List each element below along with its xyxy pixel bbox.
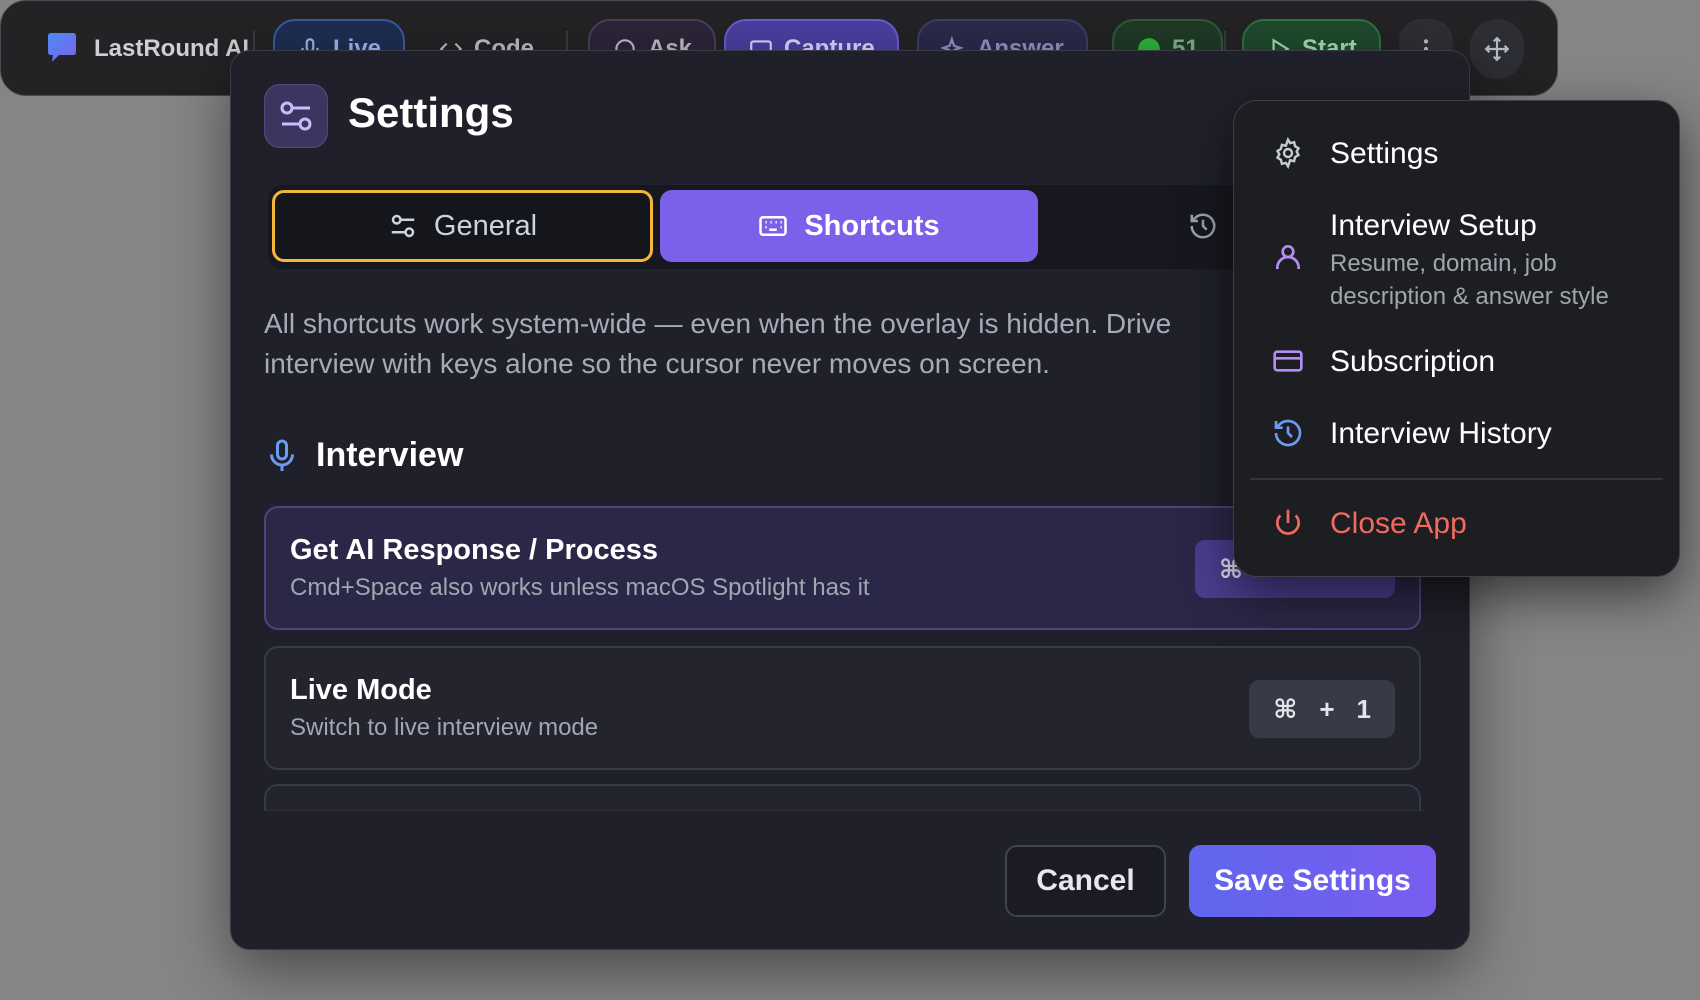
tab-general-label: General	[433, 209, 538, 242]
shortcut-title: Live Mode	[290, 674, 432, 706]
section-title: Interview	[316, 436, 464, 474]
menu-item-subscription[interactable]: Subscription	[1272, 345, 1495, 379]
shortcut-description: Cmd+Space also works unless macOS Spotli…	[290, 574, 870, 601]
menu-item-label: Subscription	[1330, 345, 1496, 378]
tab-general[interactable]: General	[272, 190, 653, 262]
shortcut-key: 1	[1356, 693, 1371, 724]
user-icon	[1276, 245, 1300, 269]
tab-shortcuts-label: Shortcuts	[804, 209, 940, 242]
move-icon	[1484, 36, 1510, 62]
menu-item-label: Interview History	[1330, 417, 1552, 450]
cancel-button[interactable]: Cancel	[1005, 845, 1166, 917]
menu-item-label: Close App	[1330, 507, 1467, 540]
settings-dialog-icon-badge	[264, 84, 328, 148]
menu-item-label: Interview Setup	[1330, 209, 1537, 242]
shortcut-description: Switch to live interview mode	[290, 714, 599, 741]
menu-item-sublabel-line: Resume, domain, job	[1330, 250, 1557, 277]
tab-shortcuts[interactable]: Shortcuts	[660, 190, 1038, 262]
history-icon	[1190, 213, 1216, 239]
options-menu: Settings Interview Setup Resume, domain,…	[1233, 100, 1680, 577]
move-handle[interactable]	[1470, 19, 1524, 79]
shortcut-keys[interactable]: ⌘ + 1	[1249, 680, 1395, 738]
shortcut-key: ⌘	[1273, 693, 1298, 724]
menu-item-label: Settings	[1330, 137, 1439, 170]
save-settings-button[interactable]: Save Settings	[1189, 845, 1436, 917]
app-brand-name: LastRound AI	[94, 35, 250, 62]
shortcut-title: Get AI Response / Process	[290, 534, 659, 566]
section-header-interview: Interview	[264, 436, 463, 475]
shortcut-key-separator: +	[1319, 693, 1335, 724]
credit-card-icon	[1273, 350, 1303, 372]
keyboard-icon	[759, 216, 788, 236]
menu-item-interview-history[interactable]: Interview History	[1272, 417, 1552, 451]
menu-item-settings[interactable]: Settings	[1272, 137, 1438, 171]
footer-divider	[264, 810, 1424, 811]
menu-item-sublabel-line: description & answer style	[1330, 283, 1609, 310]
sliders-icon	[280, 101, 312, 131]
history-icon	[1274, 419, 1302, 447]
power-icon	[1276, 509, 1300, 535]
mic-icon	[270, 439, 294, 471]
gear-icon	[1275, 137, 1301, 169]
menu-item-close-app[interactable]: Close App	[1272, 507, 1467, 541]
shortcut-row[interactable]: Live Mode Switch to live interview mode …	[264, 646, 1421, 770]
menu-item-sublabel: Resume, domain, job description & answer…	[1330, 247, 1650, 313]
menu-divider	[1250, 478, 1663, 480]
dialog-title: Settings	[348, 89, 514, 136]
menu-item-interview-setup[interactable]: Interview Setup Resume, domain, job desc…	[1272, 209, 1650, 313]
sliders-icon	[391, 214, 415, 238]
app-logo-icon	[48, 33, 76, 62]
